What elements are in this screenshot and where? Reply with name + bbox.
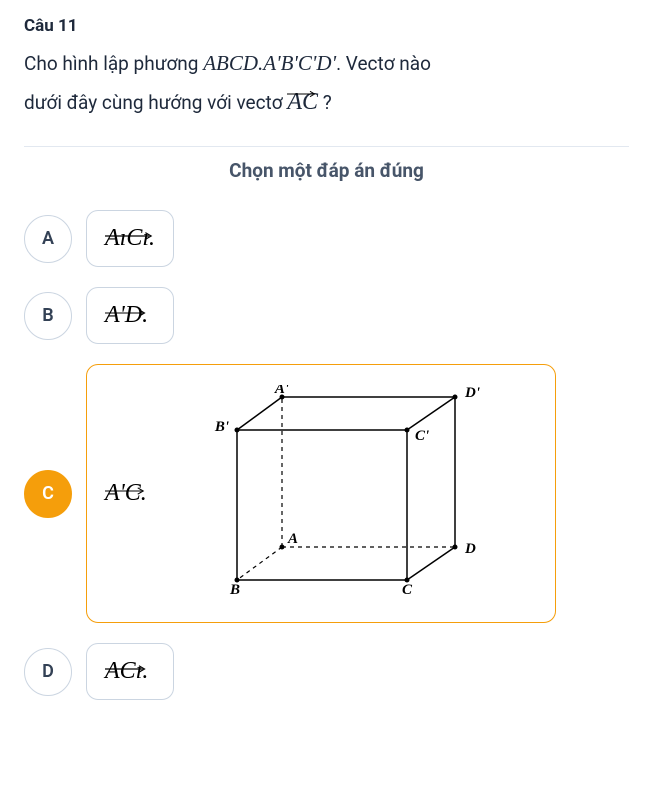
label-a: A xyxy=(287,531,298,547)
option-c-vector-text: A'C. xyxy=(105,480,147,506)
label-c-prime: C' xyxy=(415,428,429,444)
option-b-letter: B xyxy=(42,305,53,326)
vector-ac-text: AC xyxy=(287,89,318,115)
question-container: Câu 11 Cho hình lập phương ABCD.A'B'C'D'… xyxy=(24,16,629,700)
vector-arrow-icon xyxy=(287,78,318,88)
option-b-vector-text: A'D. xyxy=(105,302,148,328)
instruction-text: Chọn một đáp án đúng xyxy=(24,159,629,182)
option-d-row: D ACı. xyxy=(24,643,629,700)
label-c: C xyxy=(402,582,413,595)
options-list: A AıCı. B A'D. xyxy=(24,210,629,700)
option-a-circle[interactable]: A xyxy=(24,215,72,263)
option-a-row: A AıCı. xyxy=(24,210,629,267)
label-d-prime: D' xyxy=(464,385,480,401)
option-d-content[interactable]: ACı. xyxy=(86,643,174,700)
question-text-part4: ? xyxy=(318,91,332,114)
question-text-part1: Cho hình lập phương xyxy=(24,52,203,75)
option-c-content[interactable]: A'C. xyxy=(86,364,556,623)
cube-diagram: A' D' B' C' A D B C xyxy=(187,385,487,602)
label-a-prime: A' xyxy=(274,385,289,397)
question-text-part3: dưới đây cùng hướng với vectơ xyxy=(24,91,287,114)
option-c-circle[interactable]: C xyxy=(24,470,72,518)
label-b-prime: B' xyxy=(214,419,229,435)
question-text-part2: . Vectơ nào xyxy=(336,52,431,75)
option-a-content[interactable]: AıCı. xyxy=(86,210,174,267)
option-d-vector: ACı. xyxy=(105,658,148,685)
question-text: Cho hình lập phương ABCD.A'B'C'D'. Vectơ… xyxy=(24,46,629,122)
cube-svg: A' D' B' C' A D B C xyxy=(187,385,487,595)
label-b: B xyxy=(229,582,240,595)
label-d: D xyxy=(464,541,476,557)
question-number: Câu 11 xyxy=(24,16,629,36)
option-a-letter: A xyxy=(42,228,54,249)
option-d-letter: D xyxy=(42,661,54,682)
option-b-content[interactable]: A'D. xyxy=(86,287,174,344)
option-b-vector: A'D. xyxy=(105,302,148,329)
option-b-row: B A'D. xyxy=(24,287,629,344)
divider xyxy=(24,146,629,147)
option-b-circle[interactable]: B xyxy=(24,292,72,340)
option-c-row: C A'C. xyxy=(24,364,629,623)
option-d-vector-text: ACı. xyxy=(105,658,148,684)
option-a-vector: AıCı. xyxy=(105,225,155,252)
option-c-vector: A'C. xyxy=(105,480,147,507)
option-a-vector-text: AıCı. xyxy=(105,225,155,251)
math-cube-notation: ABCD.A'B'C'D' xyxy=(203,51,336,75)
vector-ac: AC xyxy=(287,82,318,123)
option-d-circle[interactable]: D xyxy=(24,648,72,696)
option-c-letter: C xyxy=(42,483,54,504)
